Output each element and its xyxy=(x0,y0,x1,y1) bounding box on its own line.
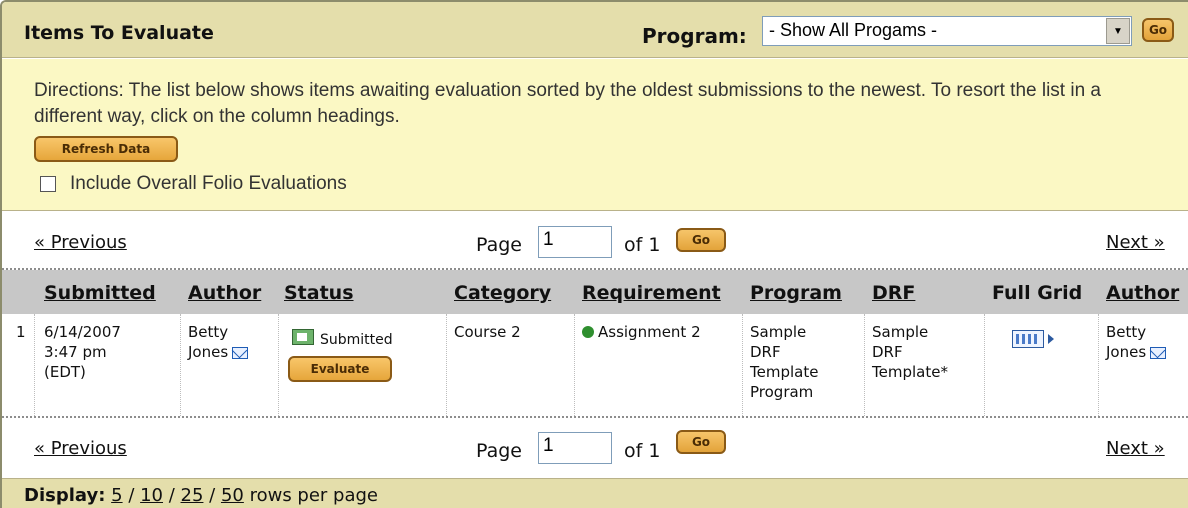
col-drf[interactable]: DRF xyxy=(872,282,915,304)
page-input[interactable]: 1 xyxy=(538,226,612,258)
rows-per-page: Display: 5 / 10 / 25 / 50 rows per page xyxy=(24,485,379,506)
footer-bar: Display: 5 / 10 / 25 / 50 rows per page xyxy=(2,478,1188,508)
next-link[interactable]: Next » xyxy=(1106,232,1165,253)
divider xyxy=(574,314,575,416)
pager-top: « Previous Page 1 of 1 Go Next » xyxy=(2,214,1188,268)
panel-title: Items To Evaluate xyxy=(24,22,214,44)
divider xyxy=(984,314,985,416)
col-author[interactable]: Author xyxy=(188,282,261,304)
col-category[interactable]: Category xyxy=(454,282,551,304)
program-go-button[interactable]: Go xyxy=(1142,18,1174,42)
submitted-status-icon xyxy=(292,329,314,345)
rows-option-25[interactable]: 25 xyxy=(181,485,204,506)
table-header: Submitted Author Status Category Require… xyxy=(2,270,1188,314)
include-folio-label: Include Overall Folio Evaluations xyxy=(70,173,347,194)
include-folio-checkbox[interactable] xyxy=(40,176,56,192)
page-go-button[interactable]: Go xyxy=(676,430,726,454)
cell-category: Course 2 xyxy=(454,323,521,341)
divider xyxy=(864,314,865,416)
page-count-label: of 1 xyxy=(624,234,661,256)
rows-option-50[interactable]: 50 xyxy=(221,485,244,506)
previous-link[interactable]: « Previous xyxy=(34,232,127,253)
page-label: Page xyxy=(476,234,522,256)
divider xyxy=(1098,314,1099,416)
cell-submitted: 6/14/2007 3:47 pm (EDT) xyxy=(44,323,121,381)
cell-author: Betty Jones xyxy=(188,322,249,362)
evaluate-button[interactable]: Evaluate xyxy=(288,356,392,382)
divider xyxy=(180,314,181,416)
divider xyxy=(278,314,279,416)
col-program[interactable]: Program xyxy=(750,282,842,304)
page-go-button[interactable]: Go xyxy=(676,228,726,252)
rows-option-5[interactable]: 5 xyxy=(111,485,122,506)
previous-link[interactable]: « Previous xyxy=(34,438,127,459)
next-link[interactable]: Next » xyxy=(1106,438,1165,459)
cell-requirement: Assignment 2 xyxy=(582,322,701,342)
cell-author-2: Betty Jones xyxy=(1106,322,1167,362)
page-input[interactable]: 1 xyxy=(538,432,612,464)
refresh-data-button[interactable]: Refresh Data xyxy=(34,136,178,162)
rows-option-10[interactable]: 10 xyxy=(140,485,163,506)
col-status[interactable]: Status xyxy=(284,282,354,304)
col-author-2[interactable]: Author xyxy=(1106,282,1179,304)
col-requirement[interactable]: Requirement xyxy=(582,282,721,304)
row-index: 1 xyxy=(16,323,26,341)
divider xyxy=(34,314,35,416)
program-select[interactable]: - Show All Progams - ▼ xyxy=(762,16,1132,46)
cell-drf: Sample DRF Template* xyxy=(872,323,948,381)
divider xyxy=(742,314,743,416)
chevron-down-icon[interactable]: ▼ xyxy=(1106,18,1130,44)
requirement-status-icon xyxy=(582,325,594,338)
col-submitted[interactable]: Submitted xyxy=(44,282,156,304)
mail-icon[interactable] xyxy=(232,346,249,359)
panel-header: Items To Evaluate Program: - Show All Pr… xyxy=(2,2,1188,58)
cell-program: Sample DRF Template Program xyxy=(750,323,819,401)
col-full-grid: Full Grid xyxy=(992,282,1083,304)
expand-arrow-icon[interactable] xyxy=(1048,334,1054,344)
program-select-value: - Show All Progams - xyxy=(769,20,938,40)
full-grid-icon[interactable] xyxy=(1012,330,1044,348)
page-count-label: of 1 xyxy=(624,440,661,462)
cell-status: Submitted xyxy=(320,332,393,348)
directions-text: Directions: The list below shows items a… xyxy=(34,80,1101,127)
mail-icon[interactable] xyxy=(1150,346,1167,359)
divider xyxy=(446,314,447,416)
page-label: Page xyxy=(476,440,522,462)
program-label: Program: xyxy=(642,24,747,48)
divider xyxy=(2,416,1188,418)
pager-bottom: « Previous Page 1 of 1 Go Next » xyxy=(2,420,1188,474)
items-to-evaluate-panel: Items To Evaluate Program: - Show All Pr… xyxy=(0,0,1188,508)
